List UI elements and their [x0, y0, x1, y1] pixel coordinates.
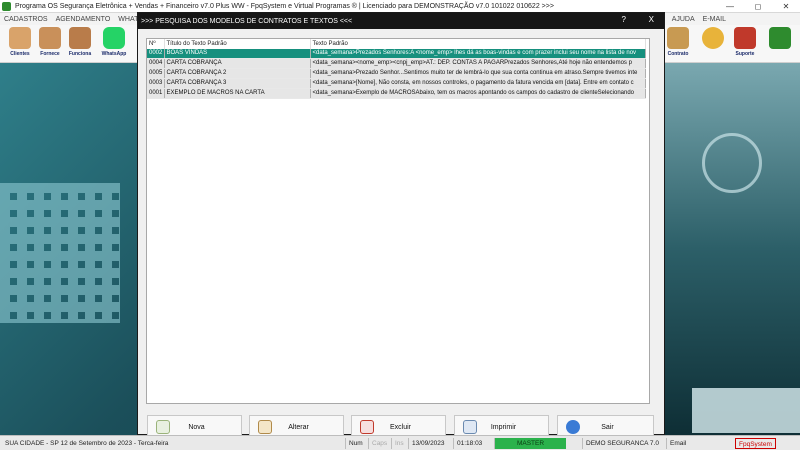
status-time: 01:18:03: [453, 438, 491, 449]
texts-table: Nº Título do Texto Padrão Texto Padrão 0…: [147, 39, 646, 99]
background-panel: [692, 388, 800, 433]
cell-text: <data_semana>Prezados Senhores:A <nome_e…: [310, 49, 646, 59]
edit-button-label: Alterar: [288, 423, 309, 431]
app-logo-icon: [2, 1, 11, 11]
toolbar-contract-button[interactable]: Contrato: [662, 27, 694, 61]
table-row[interactable]: 0003 CARTA COBRANÇA 3 <data_semana>[Nome…: [147, 78, 646, 89]
menu-email[interactable]: E-MAIL: [703, 16, 726, 23]
delete-icon: [360, 420, 374, 434]
toolbar-clients-button[interactable]: Clientes: [4, 27, 36, 61]
cell-title: CARTA COBRANÇA: [164, 58, 311, 69]
toolbar-label: WhatsApp: [101, 51, 127, 57]
whatsapp-icon: [103, 27, 125, 49]
exit-button-label: Sair: [601, 423, 614, 431]
toolbar-label: Funciona: [68, 51, 92, 57]
toolbar-label: Clientes: [10, 51, 30, 57]
cell-title: BOAS VINDAS: [164, 49, 311, 59]
new-icon: [156, 420, 170, 434]
delete-button-label: Excluir: [389, 423, 411, 431]
cell-title: EXEMPLO DE MACROS NA CARTA: [164, 88, 311, 99]
toolbar-support-button[interactable]: Suporte: [729, 27, 761, 61]
cell-text: <data_semana><nome_emp><cnpj_emp>AT.: DE…: [310, 58, 646, 69]
table-header: Nº Título do Texto Padrão Texto Padrão: [147, 39, 646, 49]
table-row[interactable]: 0004 CARTA COBRANÇA <data_semana><nome_e…: [147, 58, 646, 69]
background-right-art: [662, 63, 800, 435]
close-icon[interactable]: X: [649, 15, 654, 24]
background-circle: [702, 133, 762, 193]
status-company: DEMO SEGURANCA 7.0: [582, 438, 662, 449]
toolbar-label: Suporte: [735, 51, 755, 57]
edit-icon: [258, 420, 272, 434]
column-header-text[interactable]: Texto Padrão: [310, 39, 646, 49]
cell-number: 0002: [147, 49, 165, 59]
close-window-icon[interactable]: ✕: [772, 0, 800, 13]
column-header-title[interactable]: Título do Texto Padrão: [164, 39, 311, 49]
toolbar-label: Contrato: [667, 51, 689, 57]
contract-icon: [667, 27, 689, 49]
suppliers-icon: [39, 27, 61, 49]
coins-icon: [702, 27, 724, 49]
toolbar-coins-button[interactable]: [697, 27, 729, 61]
print-button-label: Imprimir: [490, 423, 517, 431]
status-city-date: SUA CIDADE - SP 12 de Setembro de 2023 -…: [5, 440, 169, 447]
toolbar-suppliers-button[interactable]: Fornece: [34, 27, 66, 61]
cell-number: 0001: [147, 88, 165, 99]
cell-number: 0005: [147, 68, 165, 79]
background-grid: [0, 183, 120, 323]
status-num: Num: [345, 438, 367, 449]
status-caps: Caps: [368, 438, 390, 449]
cell-text: <data_semana>Exemplo de MACROSAbaixo, te…: [310, 88, 646, 99]
cell-title: CARTA COBRANÇA 2: [164, 68, 311, 79]
table-row[interactable]: 0001 EXEMPLO DE MACROS NA CARTA <data_se…: [147, 88, 646, 99]
cell-text: <data_semana>[Nome], Não consta, em noss…: [310, 78, 646, 89]
status-ins: Ins: [391, 438, 407, 449]
status-brand: FpqSystem: [735, 438, 776, 449]
dialog-title: >>> PESQUISA DOS MODELOS DE CONTRATOS E …: [141, 17, 353, 25]
minimize-icon[interactable]: —: [716, 0, 744, 13]
menu-cadastros[interactable]: CADASTROS: [4, 16, 48, 23]
dialog-titlebar: >>> PESQUISA DOS MODELOS DE CONTRATOS E …: [138, 13, 664, 29]
status-bar: SUA CIDADE - SP 12 de Setembro de 2023 -…: [0, 435, 800, 450]
status-master-badge: MASTER: [494, 438, 566, 449]
employees-icon: [69, 27, 91, 49]
exit-app-icon: [769, 27, 791, 49]
menu-agendamento[interactable]: AGENDAMENTO: [56, 16, 111, 23]
texts-grid: Nº Título do Texto Padrão Texto Padrão 0…: [146, 38, 650, 404]
status-date: 13/09/2023: [408, 438, 452, 449]
window-controls: — ◻ ✕: [716, 0, 800, 13]
print-icon: [463, 420, 477, 434]
support-icon: [734, 27, 756, 49]
cell-number: 0004: [147, 58, 165, 69]
contracts-search-dialog: >>> PESQUISA DOS MODELOS DE CONTRATOS E …: [137, 12, 665, 439]
toolbar-label: Fornece: [40, 51, 60, 57]
help-icon[interactable]: ?: [622, 15, 626, 24]
new-button-label: Nova: [188, 423, 205, 431]
column-header-number[interactable]: Nº: [147, 39, 165, 49]
maximize-icon[interactable]: ◻: [744, 0, 772, 13]
menu-ajuda[interactable]: AJUDA: [672, 16, 695, 23]
toolbar-employees-button[interactable]: Funciona: [64, 27, 96, 61]
table-row[interactable]: 0005 CARTA COBRANÇA 2 <data_semana>Preza…: [147, 68, 646, 79]
exit-icon: [566, 420, 580, 434]
clients-icon: [9, 27, 31, 49]
app-title: Programa OS Segurança Eletrônica + Venda…: [15, 2, 554, 10]
toolbar-exit-app-button[interactable]: [764, 27, 796, 61]
cell-title: CARTA COBRANÇA 3: [164, 78, 311, 89]
cell-text: <data_semana>Prezado Senhor...Sentimos m…: [310, 68, 646, 79]
table-row[interactable]: 0002 BOAS VINDAS <data_semana>Prezados S…: [147, 49, 646, 59]
toolbar-whatsapp-button[interactable]: WhatsApp: [98, 27, 130, 61]
cell-number: 0003: [147, 78, 165, 89]
status-email[interactable]: Email: [666, 438, 700, 449]
